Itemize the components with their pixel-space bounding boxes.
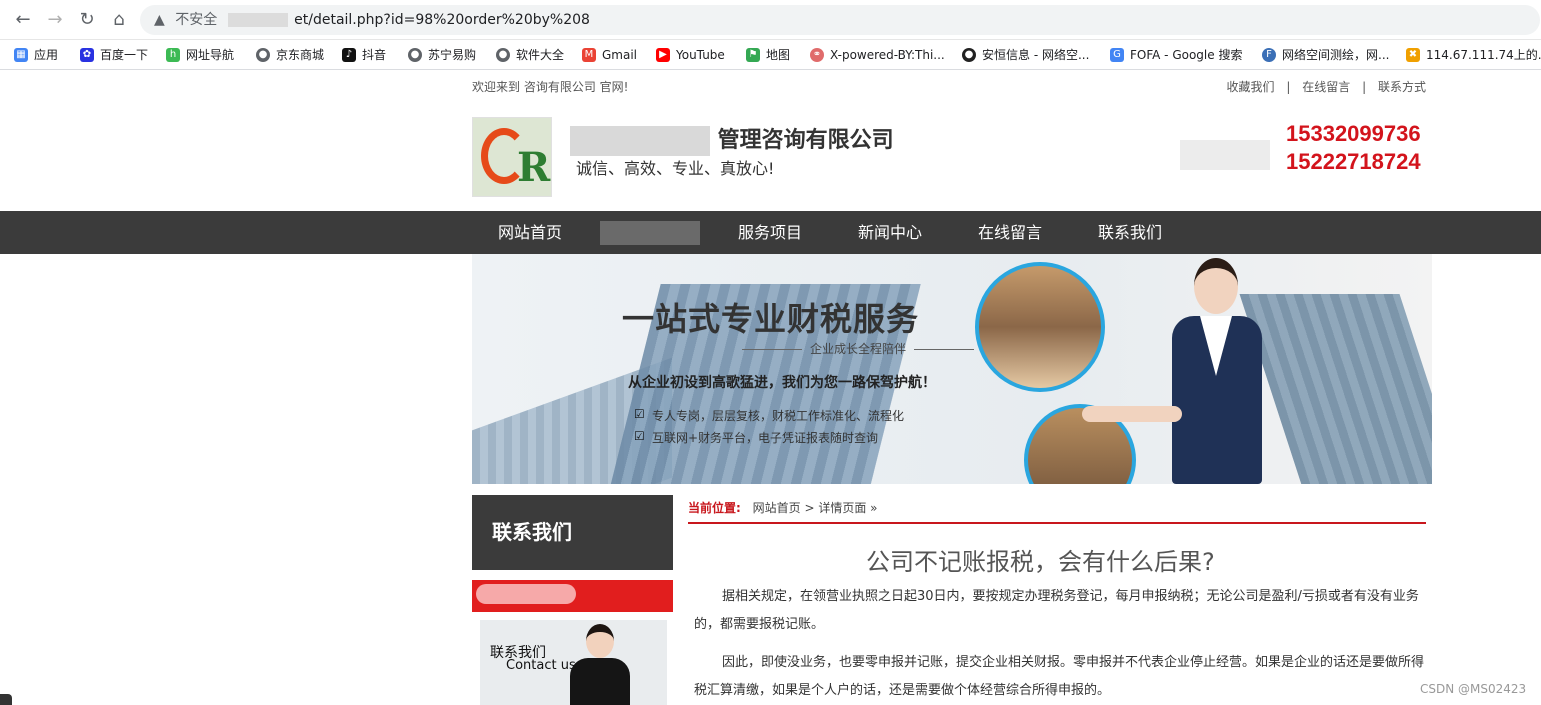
bookmark-us-link[interactable]: 收藏我们 [1227, 80, 1275, 94]
nav-message[interactable]: 在线留言 [978, 211, 1042, 254]
link-icon: ⚭ [810, 48, 824, 62]
main-navigation: 网站首页 服务项目 新闻中心 在线留言 联系我们 [0, 211, 1541, 254]
fofa-icon: F [1262, 48, 1276, 62]
company-slogan: 诚信、高效、专业、真放心! [576, 159, 775, 178]
gmail-icon: M [582, 48, 596, 62]
office-photo [975, 262, 1105, 392]
back-arrow-icon[interactable]: ← [12, 9, 34, 31]
checkbox-checked-icon: ☑ [634, 429, 645, 443]
breadcrumb: 当前位置: 网站首页 > 详情页面 » [688, 498, 1426, 524]
hero-banner: 一站式专业财税服务 企业成长全程陪伴 从企业初设到高歌猛进，我们为您一路保驾护航… [472, 254, 1432, 484]
nav-contact[interactable]: 联系我们 [1098, 211, 1162, 254]
redacted-nav-item [600, 221, 700, 245]
address-bar[interactable]: ▲ 不安全 et/detail.php?id=98%20order%20by%2… [140, 5, 1540, 35]
article-paragraph: 因此，即使没业务，也要零申报并记账，提交企业相关财报。零申报并不代表企业停止经营… [694, 655, 1425, 698]
bookmark-software[interactable]: ● 软件大全 [496, 45, 564, 65]
company-name: 管理咨询有限公司 [570, 122, 894, 156]
google-icon: G [1110, 48, 1124, 62]
breadcrumb-label: 当前位置: [688, 501, 741, 515]
anheng-icon: ● [962, 48, 976, 62]
watermark: CSDN @MS02423 [1420, 682, 1527, 696]
article-paragraph: 据相关规定，在领营业执照之日起30日内，要按规定办理税务登记，每月申报纳税；无论… [694, 589, 1419, 632]
banner-title: 一站式专业财税服务 [622, 300, 920, 338]
sidebar-red-bar[interactable] [472, 580, 673, 612]
contact-card-image[interactable]: 联系我们 Contact us [480, 620, 667, 705]
breadcrumb-path[interactable]: 网站首页 > 详情页面 » [753, 501, 878, 515]
hotline-numbers: 15332099736 15222718724 [1286, 120, 1421, 176]
tiktok-icon: ♪ [342, 48, 356, 62]
corner-mark [0, 694, 12, 705]
company-logo[interactable]: R [472, 117, 552, 197]
nav-services[interactable]: 服务项目 [738, 211, 802, 254]
reload-icon[interactable]: ↻ [76, 9, 98, 31]
article-title: 公司不记账报税，会有什么后果? [866, 548, 1215, 576]
site-topbar: 欢迎来到 咨询有限公司 官网! 收藏我们 | 在线留言 | 联系方式 [472, 70, 1432, 105]
bookmark-suning[interactable]: ● 苏宁易购 [408, 45, 476, 65]
online-message-link[interactable]: 在线留言 [1302, 80, 1350, 94]
nav-home[interactable]: 网站首页 [498, 211, 562, 254]
bookmark-youtube[interactable]: ▶ YouTube [656, 45, 725, 65]
redacted-company-prefix [570, 126, 710, 156]
bookmark-fofa-google[interactable]: G FOFA - Google 搜索 [1110, 45, 1242, 65]
banner-slogan: 从企业初设到高歌猛进，我们为您一路保驾护航！ [628, 375, 936, 391]
phone-number-2: 15222718724 [1286, 149, 1421, 174]
phone-number-1: 15332099736 [1286, 121, 1421, 146]
sidebar-title: 联系我们 [472, 495, 673, 570]
checkbox-checked-icon: ☑ [634, 407, 645, 421]
nav-news[interactable]: 新闻中心 [858, 211, 922, 254]
hao123-icon: h [166, 48, 180, 62]
address-url: et/detail.php?id=98%20order%20by%208 [294, 12, 590, 28]
redacted-phone-label [1180, 140, 1270, 170]
site-icon: ✖ [1406, 48, 1420, 62]
topbar-links: 收藏我们 | 在线留言 | 联系方式 [1219, 70, 1426, 105]
warning-triangle-icon: ▲ [154, 12, 165, 28]
bookmark-anheng[interactable]: ● 安恒信息 - 网络空... [962, 45, 1089, 65]
bookmark-maps[interactable]: ⚑ 地图 [746, 45, 790, 65]
bookmark-mapping[interactable]: F 网络空间测绘，网... [1262, 45, 1389, 65]
bookmark-jd[interactable]: ● 京东商城 [256, 45, 324, 65]
bookmark-douyin[interactable]: ♪ 抖音 [342, 45, 386, 65]
bookmark-hao123[interactable]: h 网址导航 [166, 45, 234, 65]
youtube-icon: ▶ [656, 48, 670, 62]
security-indicator: 不安全 [175, 12, 218, 28]
redacted-sidebar-text [476, 584, 576, 604]
globe-icon: ● [256, 48, 270, 62]
bookmark-ip[interactable]: ✖ 114.67.111.74上的... [1406, 45, 1541, 65]
globe-icon: ● [408, 48, 422, 62]
home-icon[interactable]: ⌂ [108, 9, 130, 31]
forward-arrow-icon[interactable]: → [44, 9, 66, 31]
welcome-text: 欢迎来到 咨询有限公司 官网! [472, 80, 629, 94]
baidu-paw-icon: ✿ [80, 48, 94, 62]
apps-grid-icon: ▦ [14, 48, 28, 62]
banner-point: ☑ 互联网+财务平台，电子凭证报表随时查询 [634, 429, 879, 445]
globe-icon: ● [496, 48, 510, 62]
web-page: 欢迎来到 咨询有限公司 官网! 收藏我们 | 在线留言 | 联系方式 R 管理咨… [0, 70, 1541, 705]
link-divider: | [1362, 80, 1367, 94]
customer-service-photo [570, 624, 630, 705]
banner-point: ☑ 专人专岗，层层复核，财税工作标准化、流程化 [634, 407, 905, 423]
bookmark-baidu[interactable]: ✿ 百度一下 [80, 45, 148, 65]
redacted-domain [227, 13, 288, 27]
receptionist-photo [1082, 258, 1282, 484]
maps-icon: ⚑ [746, 48, 760, 62]
banner-subtitle: 企业成长全程陪伴 [734, 340, 982, 357]
browser-toolbar: ← → ↻ ⌂ ▲ 不安全 et/detail.php?id=98%20orde… [0, 0, 1541, 40]
bookmark-xpowered[interactable]: ⚭ X-powered-BY:Thi... [810, 45, 945, 65]
bookmark-gmail[interactable]: M Gmail [582, 45, 637, 65]
bookmarks-bar: ▦ 应用 ✿ 百度一下 h 网址导航 ● 京东商城 ♪ 抖音 ● 苏宁易购 ● 软件大全 MG… [0, 40, 1541, 70]
bookmark-apps[interactable]: ▦ 应用 [14, 45, 58, 65]
contact-method-link[interactable]: 联系方式 [1378, 80, 1426, 94]
link-divider: | [1286, 80, 1291, 94]
contact-card-text-en: Contact us [506, 658, 576, 673]
